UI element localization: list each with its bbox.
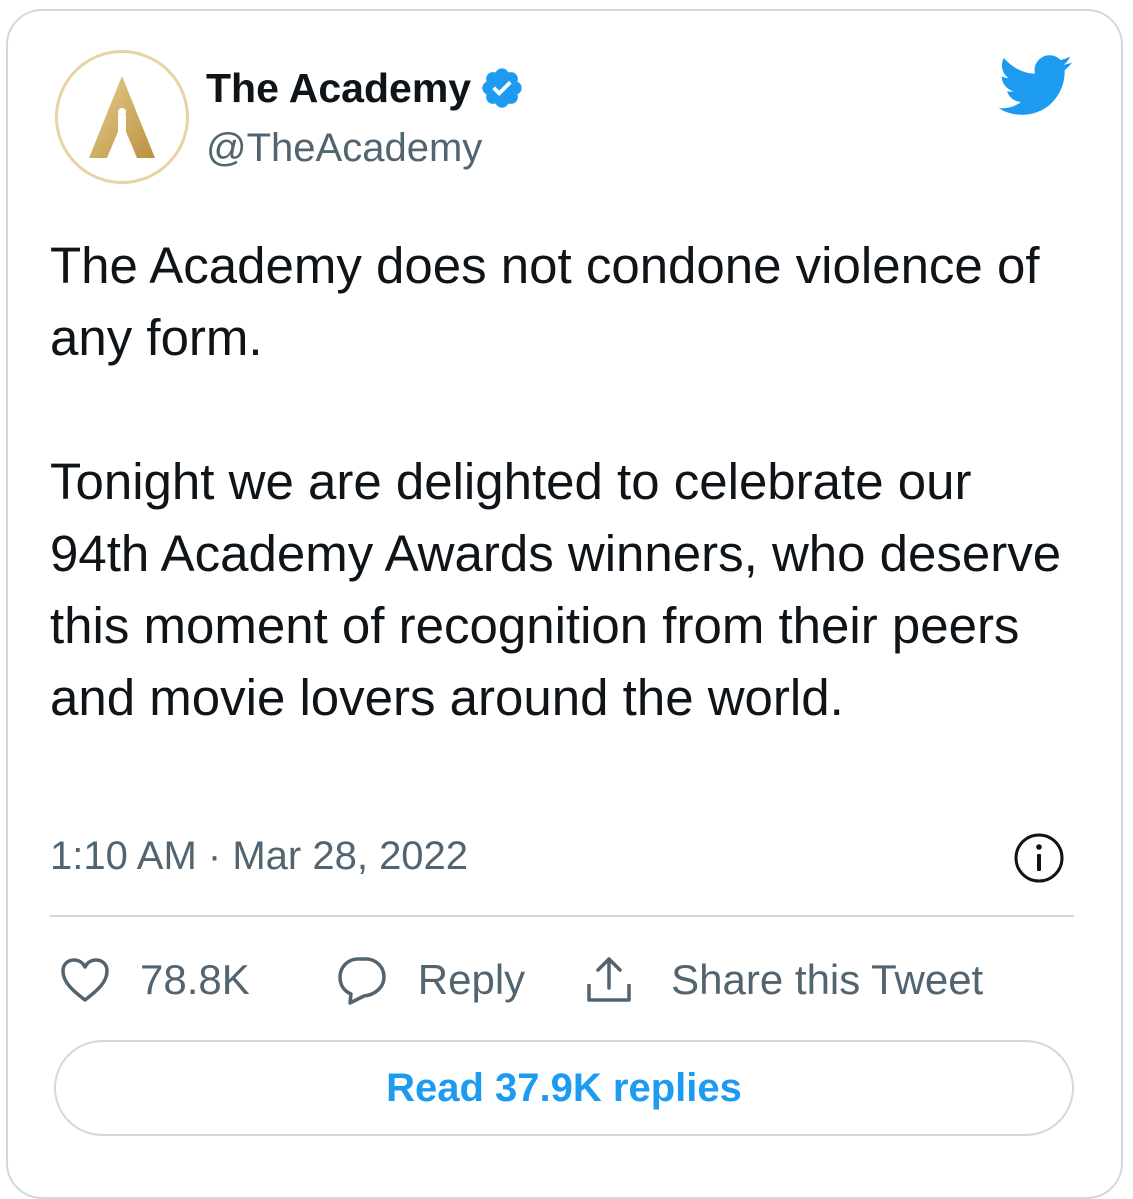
tweet-paragraph: Tonight we are delighted to celebrate ou… [50,453,1062,726]
oscar-logo-icon [89,76,155,158]
twitter-bird-icon[interactable] [998,55,1074,117]
share-upload-icon [587,957,631,1002]
avatar[interactable] [55,50,189,184]
tweet-actions-bar: 78.8K Reply Share this Tweet [60,950,983,1010]
like-button[interactable]: 78.8K [60,956,250,1004]
reply-label[interactable]: Reply [418,956,525,1004]
tweet-date[interactable]: Mar 28, 2022 [232,834,468,878]
author-display-name-row[interactable]: The Academy [206,64,525,112]
verified-badge-icon [482,68,522,108]
author-handle[interactable]: @TheAcademy [206,124,482,172]
tweet-text: The Academy does not condone violence of… [50,230,1080,734]
reply-bubble-icon [338,957,386,1005]
author-display-name[interactable]: The Academy [206,64,471,112]
tweet-paragraph: The Academy does not condone violence of… [50,237,1040,366]
info-icon[interactable] [1013,832,1065,884]
read-replies-button[interactable]: Read 37.9K replies [54,1040,1074,1136]
like-count[interactable]: 78.8K [140,956,250,1004]
share-label[interactable]: Share this Tweet [671,956,983,1004]
share-tweet-button[interactable]: Share this Tweet [583,954,983,1006]
tweet-time[interactable]: 1:10 AM [50,834,197,878]
heart-icon [61,958,109,1002]
reply-button[interactable]: Reply [336,955,525,1005]
tweet-timestamp[interactable]: 1:10 AM · Mar 28, 2022 [50,830,468,882]
divider [50,915,1074,917]
timestamp-separator: · [207,834,222,878]
